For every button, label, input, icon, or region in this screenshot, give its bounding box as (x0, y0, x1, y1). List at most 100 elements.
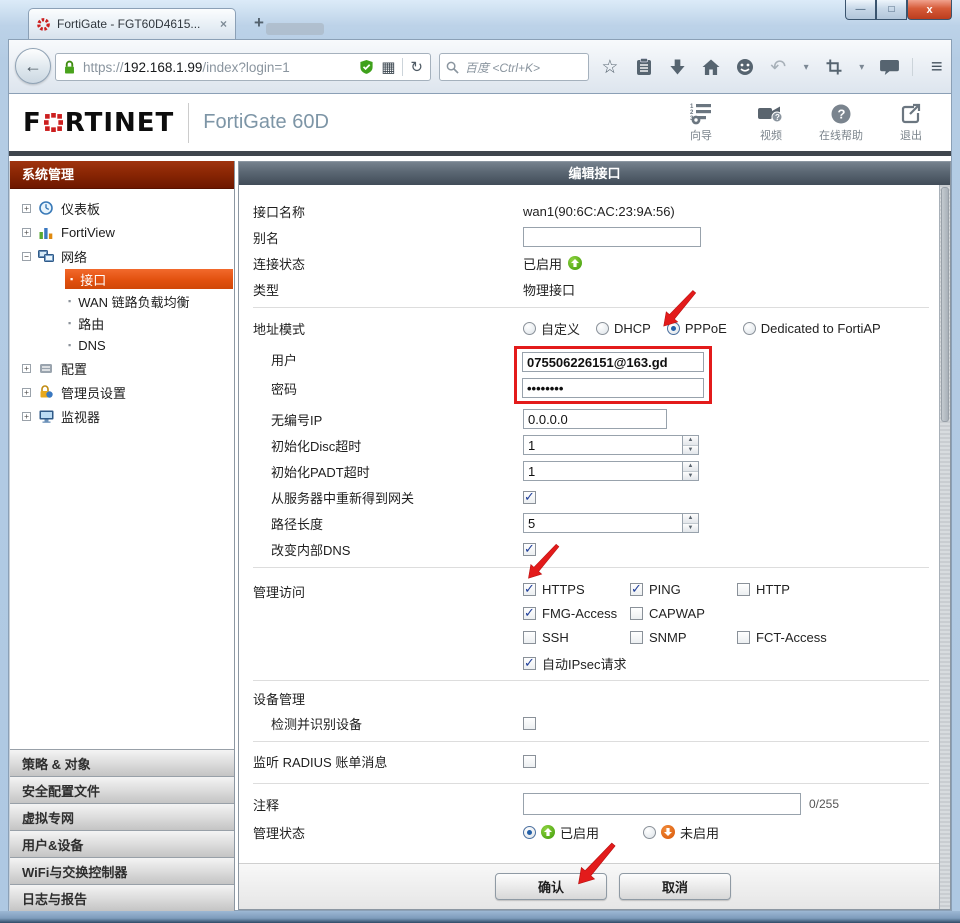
snmp-checkbox[interactable] (630, 631, 643, 644)
radio-dhcp[interactable] (596, 322, 609, 335)
alias-input[interactable] (523, 227, 701, 247)
checkbox-option-ssh[interactable]: SSH (523, 630, 630, 645)
reload-icon[interactable]: ↻ (410, 58, 423, 76)
sidebar-item-routing[interactable]: ▪ 路由 (10, 312, 234, 334)
retrieve-gateway-checkbox[interactable] (523, 491, 536, 504)
sidebar-item-config[interactable]: + 配置 (10, 356, 234, 380)
unnumbered-ip-input[interactable] (523, 409, 667, 429)
radio-option-manual[interactable]: 自定义 (523, 319, 580, 338)
spinner-up-icon[interactable]: ▲ (683, 462, 698, 472)
undo-dropdown-icon[interactable]: ▾ (801, 55, 811, 79)
auto-ipsec-label: 自动IPsec请求 (542, 654, 627, 673)
expand-icon[interactable]: + (22, 388, 31, 397)
fct-access-checkbox[interactable] (737, 631, 750, 644)
menu-hamburger-icon[interactable]: ≡ (925, 55, 947, 79)
collapse-icon[interactable]: − (22, 252, 31, 261)
comments-input[interactable] (523, 793, 801, 815)
browser-tab[interactable]: FortiGate - FGT60D4615... × (28, 8, 236, 39)
spinner-down-icon[interactable]: ▼ (683, 446, 698, 455)
password-input[interactable] (522, 378, 704, 398)
downloads-icon[interactable] (666, 55, 688, 79)
bookmarks-panel-icon[interactable] (633, 55, 655, 79)
radio-option-status-down[interactable]: 未启用 (643, 823, 719, 842)
close-button[interactable]: x (907, 0, 952, 20)
back-button[interactable]: ← (15, 48, 51, 84)
home-icon[interactable] (700, 55, 722, 79)
status-up-radio[interactable] (523, 826, 536, 839)
tab-close-icon[interactable]: × (220, 17, 227, 31)
radio-option-fortiap[interactable]: Dedicated to FortiAP (743, 321, 881, 336)
sidebar-section-vpn[interactable]: 虚拟专网 (10, 803, 234, 830)
sidebar-item-dns[interactable]: ▪ DNS (10, 334, 234, 356)
status-down-label: 未启用 (680, 823, 719, 842)
checkbox-option-auto-ipsec[interactable]: 自动IPsec请求 (523, 654, 627, 673)
spinner-down-icon[interactable]: ▼ (683, 524, 698, 533)
checkbox-option-https[interactable]: HTTPS (523, 582, 630, 597)
checkbox-option-fmg[interactable]: FMG-Access (523, 606, 630, 621)
checkbox-option-ping[interactable]: PING (630, 582, 737, 597)
sidebar-item-dashboard[interactable]: + 仪表板 (10, 196, 234, 220)
expand-icon[interactable]: + (22, 412, 31, 421)
cancel-button[interactable]: 取消 (619, 873, 731, 900)
status-down-radio[interactable] (643, 826, 656, 839)
sidebar-item-admin[interactable]: + 管理员设置 (10, 380, 234, 404)
annotation-arrow-https (524, 540, 562, 580)
screenshot-crop-icon[interactable] (823, 55, 845, 79)
qr-code-icon[interactable]: ▦ (381, 58, 395, 76)
expand-icon[interactable]: + (22, 228, 31, 237)
radius-checkbox[interactable] (523, 755, 536, 768)
capwap-checkbox[interactable] (630, 607, 643, 620)
checkbox-option-fct[interactable]: FCT-Access (737, 630, 844, 645)
url-bar[interactable]: https://192.168.1.99/index?login=1 ▦ ↻ (55, 53, 431, 81)
crop-dropdown-icon[interactable]: ▾ (857, 55, 867, 79)
spinner-up-icon[interactable]: ▲ (683, 436, 698, 446)
scrollbar[interactable] (939, 185, 950, 909)
sidebar-item-network[interactable]: − 网络 (10, 244, 234, 268)
sidebar-item-monitor[interactable]: + 监视器 (10, 404, 234, 428)
user-input[interactable] (522, 352, 704, 372)
fmg-access-checkbox[interactable] (523, 607, 536, 620)
sidebar-item-wan-llb[interactable]: ▪ WAN 链路负载均衡 (10, 290, 234, 312)
auto-ipsec-checkbox[interactable] (523, 657, 536, 670)
minimize-button[interactable]: — (845, 0, 876, 20)
sidebar-section-user-device[interactable]: 用户&设备 (10, 830, 234, 857)
sidebar-section-log-report[interactable]: 日志与报告 (10, 884, 234, 911)
expand-icon[interactable]: + (22, 364, 31, 373)
sidebar-section-policy-objects[interactable]: 策略 & 对象 (10, 749, 234, 776)
radio-manual[interactable] (523, 322, 536, 335)
feedback-smiley-icon[interactable] (734, 55, 756, 79)
init-padt-input[interactable] (523, 461, 683, 481)
checkbox-option-snmp[interactable]: SNMP (630, 630, 737, 645)
radio-manual-label: 自定义 (541, 319, 580, 338)
bookmark-star-icon[interactable]: ☆ (599, 55, 621, 79)
maximize-button[interactable]: □ (876, 0, 907, 20)
sidebar-item-interfaces[interactable]: ▪ 接口 (10, 268, 234, 290)
annotation-arrow-ok (572, 838, 620, 886)
expand-icon[interactable]: + (22, 204, 31, 213)
spinner-up-icon[interactable]: ▲ (683, 514, 698, 524)
radio-option-dhcp[interactable]: DHCP (596, 321, 651, 336)
new-tab-button[interactable]: + (245, 15, 273, 33)
checkbox-option-http[interactable]: HTTP (737, 582, 844, 597)
https-checkbox[interactable] (523, 583, 536, 596)
chat-bubble-icon[interactable] (879, 55, 901, 79)
ssh-checkbox[interactable] (523, 631, 536, 644)
detect-devices-checkbox[interactable] (523, 717, 536, 730)
init-disc-input[interactable] (523, 435, 683, 455)
wizard-button[interactable]: 123 向导 (677, 103, 725, 143)
scrollbar-thumb[interactable] (941, 187, 949, 422)
search-bar[interactable]: 百度 <Ctrl+K> (439, 53, 589, 81)
security-shield-icon[interactable] (359, 59, 374, 75)
http-checkbox[interactable] (737, 583, 750, 596)
spinner-down-icon[interactable]: ▼ (683, 472, 698, 481)
online-help-button[interactable]: ? 在线帮助 (817, 103, 865, 143)
sidebar-section-security-profiles[interactable]: 安全配置文件 (10, 776, 234, 803)
distance-input[interactable] (523, 513, 683, 533)
radio-fortiap[interactable] (743, 322, 756, 335)
sidebar-section-wifi-switch[interactable]: WiFi与交换控制器 (10, 857, 234, 884)
checkbox-option-capwap[interactable]: CAPWAP (630, 606, 737, 621)
logout-button[interactable]: 退出 (887, 103, 935, 143)
video-help-button[interactable]: ? 视频 (747, 103, 795, 143)
ping-checkbox[interactable] (630, 583, 643, 596)
sidebar-item-fortiview[interactable]: + FortiView (10, 220, 234, 244)
